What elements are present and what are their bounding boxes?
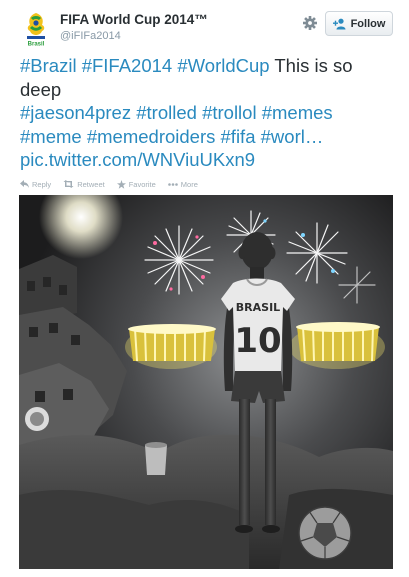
reply-action[interactable]: Reply: [20, 180, 51, 189]
gear-icon[interactable]: [302, 15, 318, 31]
hashtag-link[interactable]: #jaeson4prez: [20, 102, 131, 123]
favorite-action[interactable]: Favorite: [116, 179, 156, 189]
pic-link[interactable]: pic.twitter.com/WNViuUKxn9: [20, 149, 255, 170]
tweet-text: #Brazil #FIFA2014 #WorldCup This is so d…: [20, 54, 400, 172]
retweet-icon: [63, 180, 74, 188]
tweet-header: Brasil FIFA World Cup 2014™ @iFIFa2014 F…: [0, 0, 409, 52]
favorite-label: Favorite: [128, 179, 156, 189]
retweet-action[interactable]: Retweet: [63, 180, 105, 189]
hashtag-link[interactable]: #FIFA2014: [82, 55, 173, 76]
follow-label: Follow: [350, 17, 386, 30]
tweet-actions: Reply Retweet Favorite More: [20, 178, 198, 190]
more-action[interactable]: More: [167, 179, 198, 189]
hashtag-link[interactable]: #meme: [20, 126, 82, 147]
hashtag-link[interactable]: #Brazil: [20, 55, 77, 76]
soccer-ball: [298, 506, 352, 560]
hashtag-link[interactable]: #fifa: [221, 126, 256, 147]
tweet-line: #meme #memedroiders #fifa #worl…: [20, 125, 400, 149]
svg-text:10: 10: [234, 321, 281, 361]
hashtag-link[interactable]: #trollol: [202, 102, 257, 123]
tweet-plain-text: deep: [20, 78, 62, 100]
fifa-world-cup-logo-icon: Brasil: [18, 10, 54, 48]
add-user-icon: [332, 18, 347, 30]
boy-watching-stadium-illustration: BRASIL 10: [19, 195, 393, 569]
display-name[interactable]: FIFA World Cup 2014™: [60, 12, 208, 27]
svg-text:BRASIL: BRASIL: [236, 301, 280, 314]
right-stadium: [289, 322, 385, 369]
hashtag-link[interactable]: #WorldCup: [177, 55, 269, 76]
star-icon: [116, 179, 126, 189]
follow-button[interactable]: Follow: [325, 11, 393, 36]
avatar[interactable]: Brasil: [18, 10, 54, 48]
more-label: More: [180, 179, 198, 189]
tweet-photo[interactable]: BRASIL 10: [19, 195, 393, 569]
svg-text:Brasil: Brasil: [28, 42, 45, 48]
hashtag-link[interactable]: #worl…: [261, 126, 324, 147]
left-stadium: [125, 324, 217, 369]
tweet-line: #jaeson4prez #trolled #trollol #memes: [20, 101, 400, 125]
bucket: [145, 442, 167, 475]
tweet-line: pic.twitter.com/WNViuUKxn9: [20, 148, 400, 172]
hashtag-link[interactable]: #memes: [262, 102, 333, 123]
reply-label: Reply: [32, 179, 52, 189]
retweet-label: Retweet: [77, 179, 105, 189]
hashtag-link[interactable]: #trolled: [136, 102, 197, 123]
tweet-line: #Brazil #FIFA2014 #WorldCup This is so: [20, 54, 400, 78]
reply-icon: [20, 180, 29, 188]
more-dots-icon: [167, 182, 178, 186]
tweet-plain-text: This is so: [274, 55, 353, 76]
hashtag-link[interactable]: #memedroiders: [87, 126, 216, 147]
tweet-line: deep: [20, 78, 400, 102]
screen-name[interactable]: @iFIFa2014: [60, 30, 121, 42]
